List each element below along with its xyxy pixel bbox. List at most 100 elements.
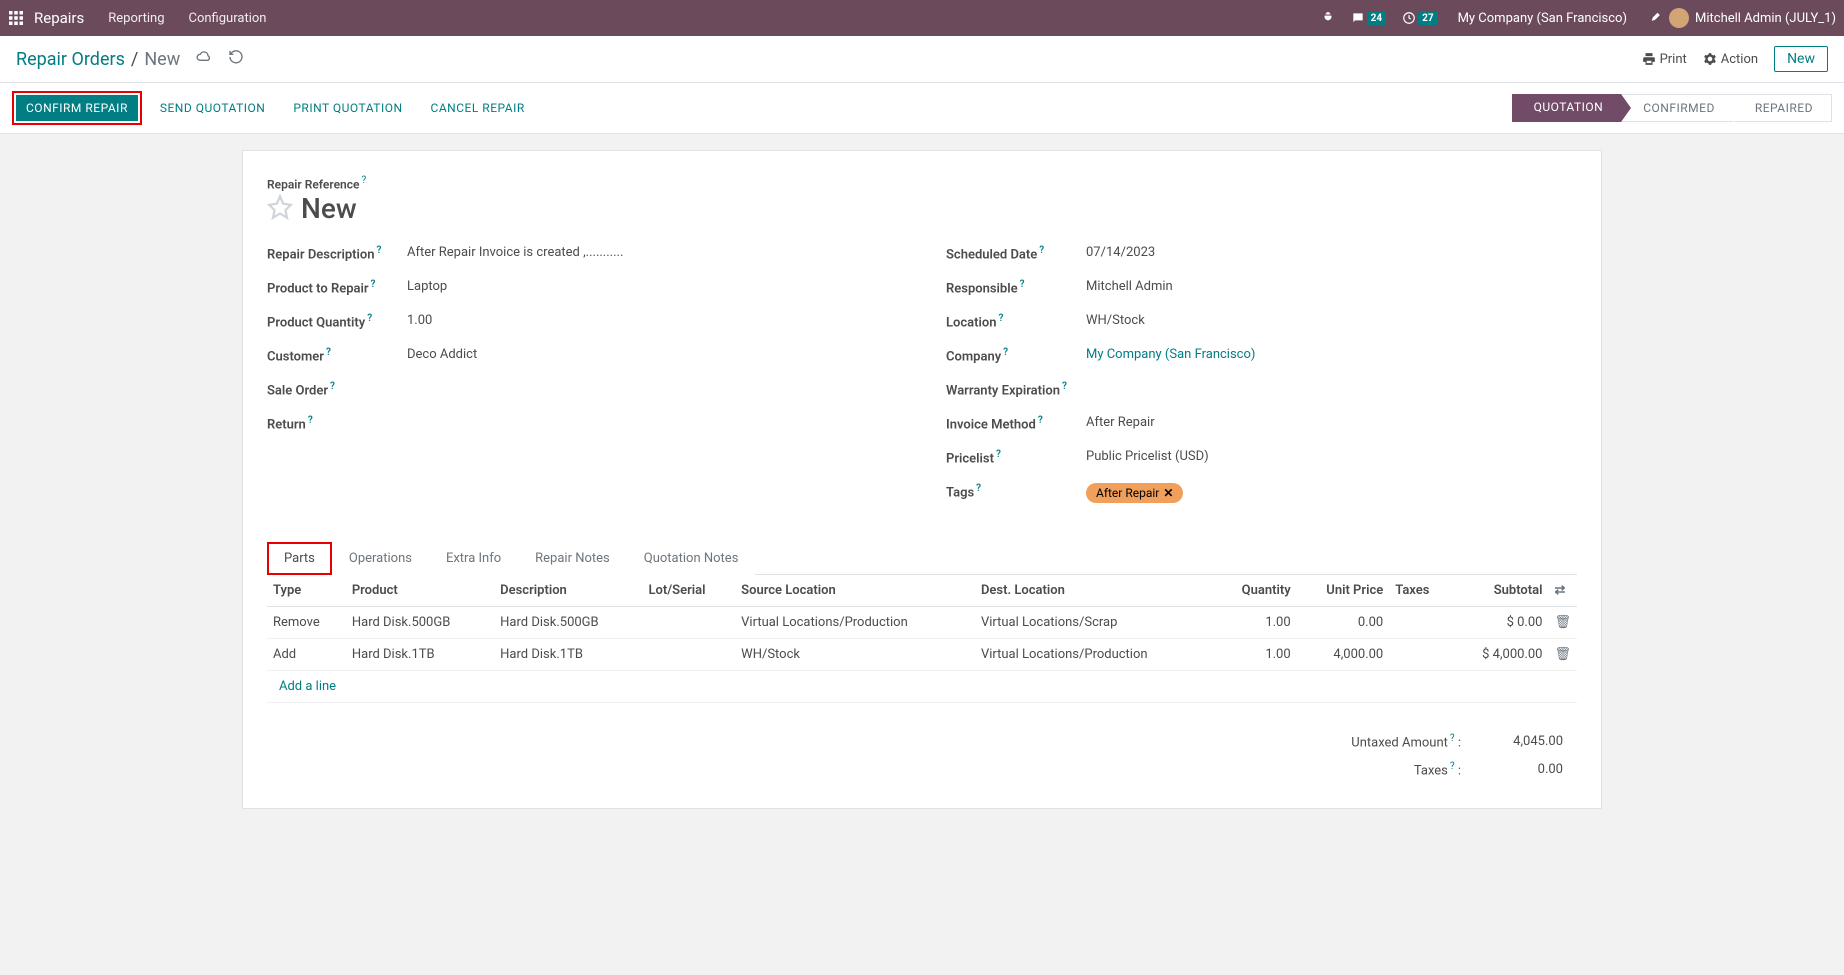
th-dest[interactable]: Dest. Location xyxy=(975,575,1215,607)
lbl-responsible: Responsible? xyxy=(946,279,1086,296)
cell-unit-price[interactable]: 4,000.00 xyxy=(1297,639,1390,671)
lbl-customer: Customer? xyxy=(267,347,407,364)
cancel-repair-button[interactable]: CANCEL REPAIR xyxy=(421,95,535,121)
cell-product[interactable]: Hard Disk.500GB xyxy=(346,607,494,639)
print-quotation-button[interactable]: PRINT QUOTATION xyxy=(283,95,412,121)
confirm-repair-button[interactable]: CONFIRM REPAIR xyxy=(16,95,138,121)
apps-icon[interactable] xyxy=(8,10,24,26)
cell-type[interactable]: Remove xyxy=(267,607,346,639)
cell-lot[interactable] xyxy=(642,607,735,639)
nav-reporting[interactable]: Reporting xyxy=(108,11,164,26)
control-panel: Repair Orders / New Print Action New xyxy=(0,36,1844,83)
action-bar: CONFIRM REPAIR SEND QUOTATION PRINT QUOT… xyxy=(0,83,1844,134)
messages-icon[interactable]: 24 xyxy=(1351,11,1386,25)
th-unit-price[interactable]: Unit Price xyxy=(1297,575,1390,607)
form-right-column: Scheduled Date?07/14/2023 Responsible?Mi… xyxy=(946,245,1577,517)
favorite-star-icon[interactable] xyxy=(267,194,293,224)
avatar[interactable] xyxy=(1669,8,1689,28)
th-taxes[interactable]: Taxes xyxy=(1389,575,1451,607)
discard-icon[interactable] xyxy=(228,49,244,69)
table-row[interactable]: RemoveHard Disk.500GBHard Disk.500GBVirt… xyxy=(267,607,1577,639)
print-button[interactable]: Print xyxy=(1642,52,1687,67)
val-responsible[interactable]: Mitchell Admin xyxy=(1086,279,1173,294)
lbl-sale-order: Sale Order? xyxy=(267,381,407,398)
tab-extra-info[interactable]: Extra Info xyxy=(429,542,518,575)
val-customer[interactable]: Deco Addict xyxy=(407,347,477,362)
val-tags[interactable]: After Repair ✕ xyxy=(1086,483,1183,503)
status-repaired[interactable]: REPAIRED xyxy=(1733,94,1832,122)
action-label: Action xyxy=(1721,52,1758,67)
app-brand[interactable]: Repairs xyxy=(34,9,84,27)
th-product[interactable]: Product xyxy=(346,575,494,607)
cell-dest[interactable]: Virtual Locations/Production xyxy=(975,639,1215,671)
th-subtotal[interactable]: Subtotal xyxy=(1451,575,1548,607)
cell-taxes[interactable] xyxy=(1389,607,1451,639)
action-button[interactable]: Action xyxy=(1703,52,1758,67)
print-icon xyxy=(1642,52,1656,66)
th-qty[interactable]: Quantity xyxy=(1215,575,1297,607)
send-quotation-button[interactable]: SEND QUOTATION xyxy=(150,95,276,121)
tab-operations[interactable]: Operations xyxy=(332,542,429,575)
table-row[interactable]: AddHard Disk.1TBHard Disk.1TBWH/StockVir… xyxy=(267,639,1577,671)
form-sheet: Repair Reference? New Repair Description… xyxy=(242,150,1602,809)
cell-product[interactable]: Hard Disk.1TB xyxy=(346,639,494,671)
trash-icon[interactable]: 🗑 xyxy=(1554,647,1571,662)
cell-unit-price[interactable]: 0.00 xyxy=(1297,607,1390,639)
th-lot[interactable]: Lot/Serial xyxy=(642,575,735,607)
tag-pill[interactable]: After Repair ✕ xyxy=(1086,483,1183,503)
breadcrumb-parent[interactable]: Repair Orders xyxy=(16,49,125,70)
gear-icon xyxy=(1703,52,1717,66)
cell-description[interactable]: Hard Disk.500GB xyxy=(494,607,642,639)
cell-subtotal[interactable]: $ 4,000.00 xyxy=(1451,639,1548,671)
th-source[interactable]: Source Location xyxy=(735,575,975,607)
cell-taxes[interactable] xyxy=(1389,639,1451,671)
help-icon[interactable]: ? xyxy=(361,175,366,186)
th-type[interactable]: Type xyxy=(267,575,346,607)
activities-icon[interactable]: 27 xyxy=(1402,11,1437,25)
new-button[interactable]: New xyxy=(1774,46,1828,72)
val-location[interactable]: WH/Stock xyxy=(1086,313,1145,328)
trash-icon[interactable]: 🗑 xyxy=(1554,615,1571,630)
cloud-save-icon[interactable] xyxy=(196,49,212,69)
cell-subtotal[interactable]: $ 0.00 xyxy=(1451,607,1548,639)
cell-qty[interactable]: 1.00 xyxy=(1215,639,1297,671)
username[interactable]: Mitchell Admin (JULY_1) xyxy=(1695,11,1836,26)
val-invoice-method[interactable]: After Repair xyxy=(1086,415,1155,430)
tab-quotation-notes[interactable]: Quotation Notes xyxy=(627,542,756,575)
record-title[interactable]: New xyxy=(301,192,357,225)
taxes-label: Taxes? : xyxy=(1339,757,1473,782)
cell-description[interactable]: Hard Disk.1TB xyxy=(494,639,642,671)
debug-icon[interactable] xyxy=(1321,11,1335,25)
add-line-link[interactable]: Add a line xyxy=(273,671,342,702)
cell-type[interactable]: Add xyxy=(267,639,346,671)
activities-badge: 27 xyxy=(1418,12,1437,25)
column-options-icon[interactable]: ⇄ xyxy=(1554,583,1565,598)
cell-lot[interactable] xyxy=(642,639,735,671)
nav-configuration[interactable]: Configuration xyxy=(189,11,267,26)
th-description[interactable]: Description xyxy=(494,575,642,607)
company-switcher[interactable]: My Company (San Francisco) xyxy=(1458,11,1627,26)
topbar: Repairs Reporting Configuration 24 27 My… xyxy=(0,0,1844,36)
form-left-column: Repair Description?After Repair Invoice … xyxy=(267,245,898,517)
lbl-pricelist: Pricelist? xyxy=(946,449,1086,466)
status-quotation[interactable]: QUOTATION xyxy=(1512,94,1622,122)
print-label: Print xyxy=(1660,52,1687,67)
val-product-quantity[interactable]: 1.00 xyxy=(407,313,432,328)
cell-dest[interactable]: Virtual Locations/Scrap xyxy=(975,607,1215,639)
val-company[interactable]: My Company (San Francisco) xyxy=(1086,347,1255,362)
val-scheduled-date[interactable]: 07/14/2023 xyxy=(1086,245,1155,260)
val-pricelist[interactable]: Public Pricelist (USD) xyxy=(1086,449,1209,464)
status-confirmed[interactable]: CONFIRMED xyxy=(1621,94,1733,122)
settings-icon[interactable] xyxy=(1647,11,1661,25)
cell-source[interactable]: WH/Stock xyxy=(735,639,975,671)
cell-qty[interactable]: 1.00 xyxy=(1215,607,1297,639)
tag-remove-icon[interactable]: ✕ xyxy=(1163,486,1173,500)
val-repair-description[interactable]: After Repair Invoice is created ,.......… xyxy=(407,245,623,260)
lbl-tags: Tags? xyxy=(946,483,1086,500)
tab-parts[interactable]: Parts xyxy=(267,542,332,575)
cell-source[interactable]: Virtual Locations/Production xyxy=(735,607,975,639)
taxes-value: 0.00 xyxy=(1475,757,1575,782)
tab-repair-notes[interactable]: Repair Notes xyxy=(518,542,627,575)
lbl-invoice-method: Invoice Method? xyxy=(946,415,1086,432)
val-product-to-repair[interactable]: Laptop xyxy=(407,279,447,294)
